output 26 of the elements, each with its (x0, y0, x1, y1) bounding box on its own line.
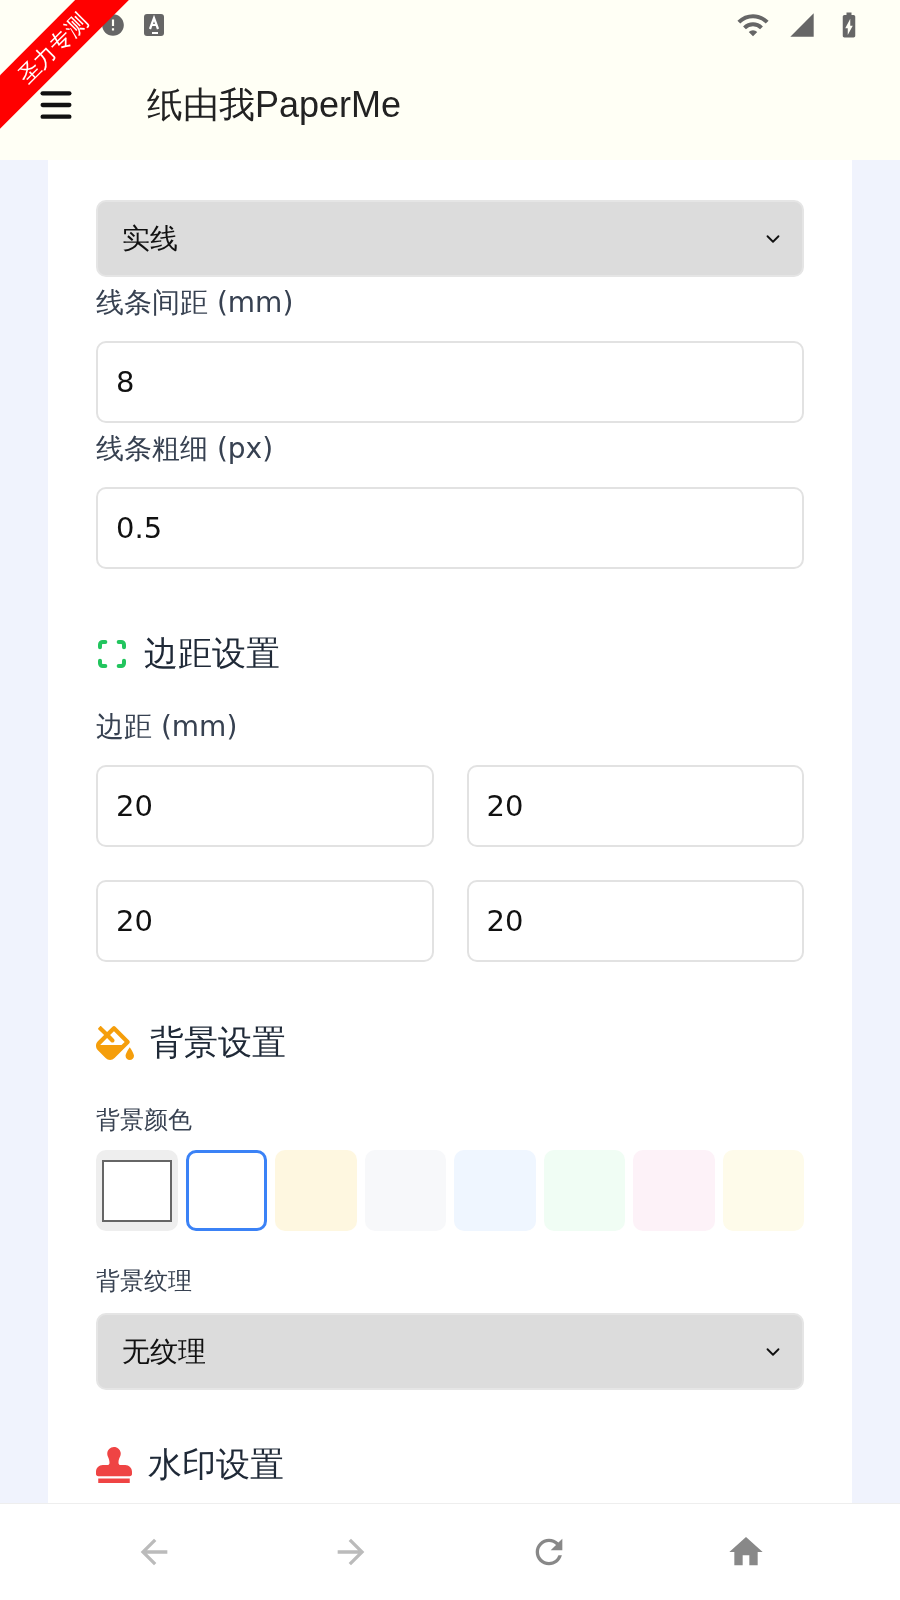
input-field[interactable]: 20 (96, 880, 434, 962)
alert-icon (100, 12, 126, 38)
text-app-icon (144, 14, 164, 36)
app-title: 纸由我PaperMe (147, 82, 402, 127)
paint-bucket-icon (96, 1024, 134, 1062)
signal-icon (788, 11, 816, 39)
line-style-select[interactable]: 实线 (96, 200, 804, 277)
field-label: 背景颜色 (96, 1105, 193, 1136)
input-field[interactable]: 20 (96, 765, 434, 847)
section-title: 边距设置 (144, 632, 280, 675)
field-label: 线条间距 (mm) (96, 285, 295, 321)
field-label: 背景纹理 (96, 1266, 193, 1297)
input-field[interactable]: 0.5 (96, 487, 804, 569)
stamp-icon (96, 1447, 132, 1483)
color-swatch[interactable] (185, 1150, 267, 1231)
frame-corners-icon (96, 638, 128, 670)
section-title: 水印设置 (148, 1443, 284, 1486)
texture-select[interactable]: 无纹理 (96, 1313, 804, 1390)
input-field[interactable]: 20 (466, 765, 804, 847)
section-title: 背景设置 (150, 1021, 286, 1064)
color-swatch[interactable] (96, 1150, 178, 1231)
input-field[interactable]: 8 (96, 341, 804, 423)
field-label: 线条粗细 (px) (96, 431, 275, 467)
input-field[interactable]: 20 (466, 880, 804, 962)
field-label: 边距 (mm) (96, 709, 239, 745)
color-swatch[interactable] (275, 1150, 357, 1231)
